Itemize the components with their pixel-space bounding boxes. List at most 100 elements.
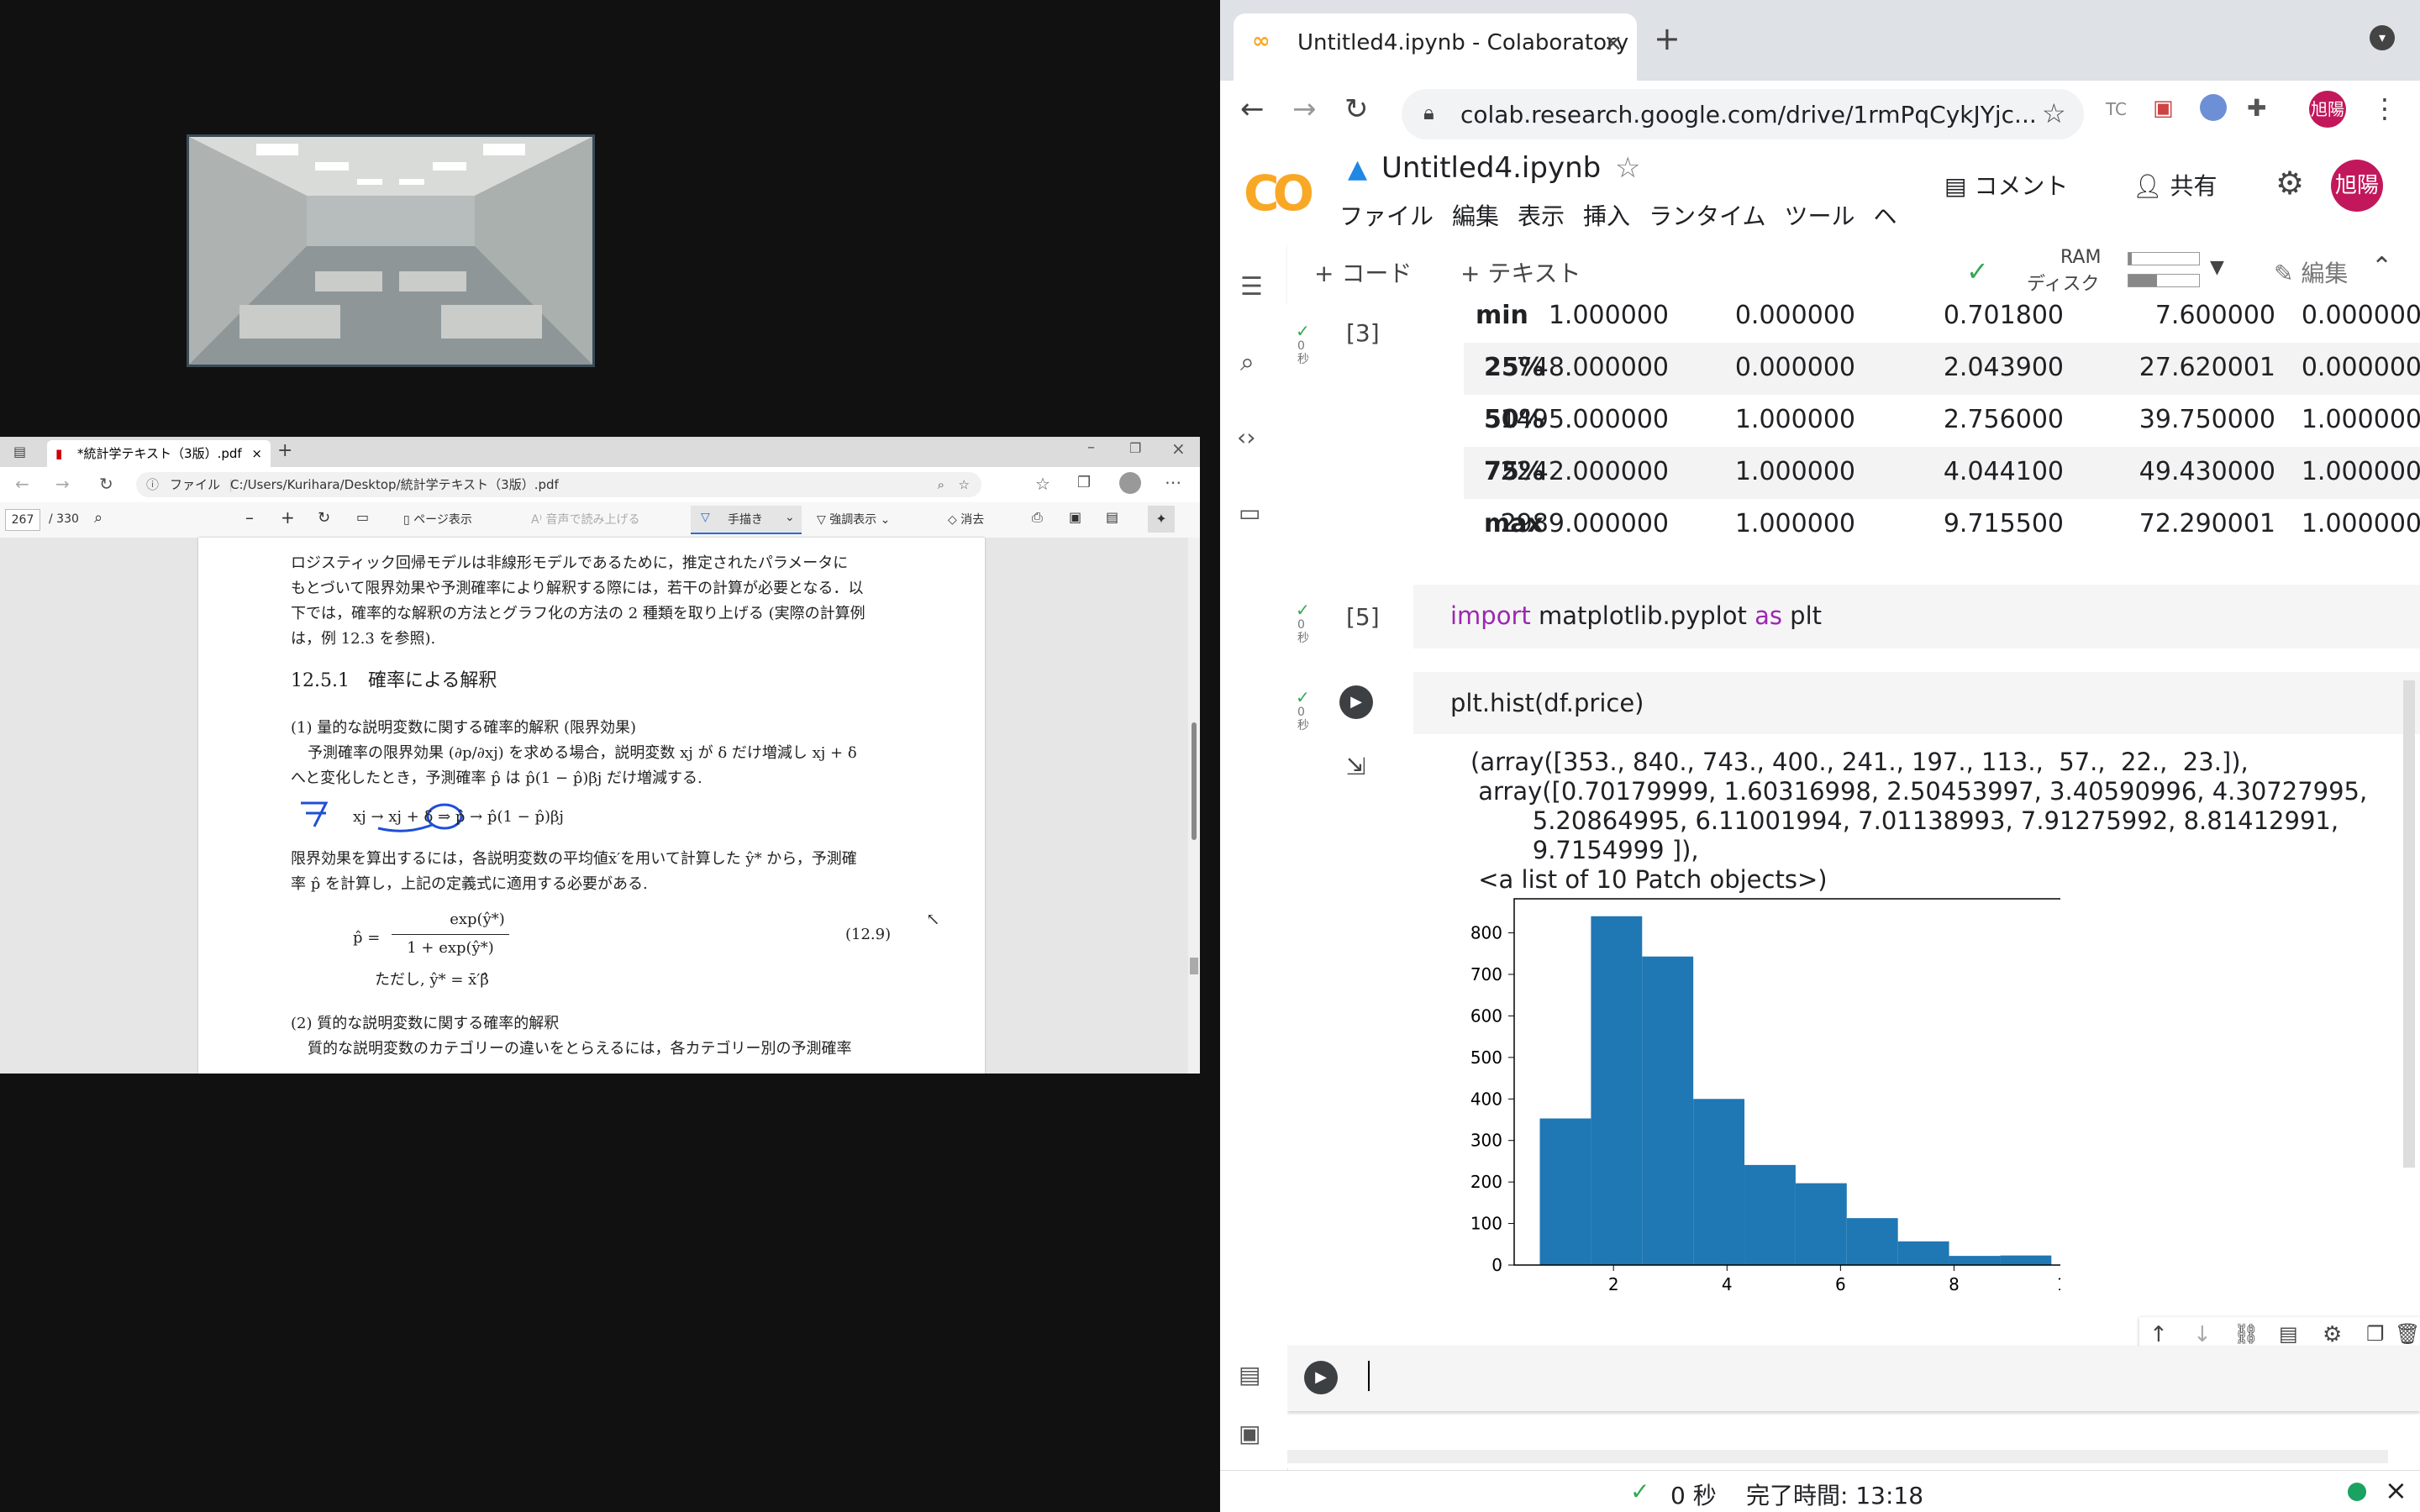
back-icon[interactable]: ←: [1240, 92, 1265, 126]
share-button[interactable]: 👤︎ 共有: [2133, 168, 2217, 202]
reload-icon[interactable]: ↻: [99, 474, 113, 494]
comment-icon: ▤: [1944, 172, 1975, 200]
search-icon[interactable]: ⌕: [94, 509, 103, 527]
zoom-in-icon[interactable]: +: [281, 507, 295, 528]
more-icon[interactable]: ⋯: [1165, 472, 1181, 492]
cell-exec-time: 0 秒: [1297, 339, 1309, 366]
pdf-address-field[interactable]: ⓘ ファイル | C:/Users/Kurihara/Desktop/統計学テキ…: [136, 472, 981, 497]
reload-icon[interactable]: ↻: [1344, 92, 1369, 126]
settings-gear-icon[interactable]: ⚙: [2323, 1322, 2342, 1347]
star-icon[interactable]: ☆: [1615, 151, 1640, 185]
pin-icon[interactable]: ✦: [1148, 506, 1175, 533]
resources-dropdown-icon[interactable]: ▼: [2210, 257, 2224, 278]
extensions-puzzle-icon[interactable]: ✚: [2247, 94, 2266, 122]
move-down-icon[interactable]: ↓: [2193, 1322, 2212, 1347]
mirror-cell-icon[interactable]: ❐: [2366, 1322, 2385, 1346]
notebook-title[interactable]: Untitled4.ipynb: [1381, 151, 1601, 185]
zoom-out-icon[interactable]: –: [245, 507, 254, 528]
page-view-button[interactable]: ▯ ページ表示: [403, 511, 472, 528]
x-tick-label: 4: [1722, 1274, 1733, 1294]
save-icon[interactable]: ▣: [1069, 509, 1081, 525]
webcam-video: [187, 134, 595, 367]
output-actions-icon[interactable]: ⇲: [1346, 753, 1365, 780]
run-cell-button[interactable]: ▶: [1304, 1361, 1338, 1394]
pdf-text-line: 質的な説明変数のカテゴリーの違いをとらえるには，各カテゴリー別の予測確率: [308, 1040, 852, 1058]
extension-cast-icon[interactable]: ▣: [2153, 96, 2174, 121]
new-tab-icon[interactable]: +: [277, 440, 292, 461]
move-up-icon[interactable]: ↑: [2149, 1322, 2168, 1347]
zoom-icon[interactable]: ⌕: [938, 472, 944, 497]
collapse-header-icon[interactable]: ⌃: [2371, 252, 2392, 281]
extension-circle-icon[interactable]: [2200, 94, 2227, 121]
command-palette-icon[interactable]: ▤: [1239, 1361, 1260, 1389]
horizontal-scrollbar[interactable]: [1287, 1450, 2388, 1463]
code-cell[interactable]: plt.hist(df.price): [1413, 672, 2420, 734]
edit-button[interactable]: ✎ 編集: [2274, 255, 2348, 289]
menu-runtime[interactable]: ランタイム: [1649, 202, 1765, 230]
terminal-icon[interactable]: ▣: [1239, 1420, 1260, 1447]
settings-gear-icon[interactable]: ⚙: [2275, 165, 2304, 202]
y-tick-label: 200: [1470, 1172, 1502, 1192]
colab-logo[interactable]: CO: [1244, 165, 1314, 222]
minimize-icon[interactable]: –: [1087, 438, 1095, 456]
tab-actions-icon[interactable]: ▤: [13, 444, 26, 459]
code-cell[interactable]: import matplotlib.pyplot as plt: [1413, 585, 2420, 648]
favorite-icon[interactable]: ☆: [959, 472, 970, 497]
code-snippets-icon[interactable]: ‹›: [1237, 423, 1255, 451]
page-number-input[interactable]: 267: [5, 509, 40, 531]
search-icon[interactable]: ⌕: [1240, 348, 1255, 377]
run-cell-button[interactable]: ▶: [1339, 685, 1373, 719]
menu-edit[interactable]: 編集: [1452, 202, 1499, 230]
scrollbar-thumb[interactable]: [1192, 722, 1197, 840]
rotate-icon[interactable]: ↻: [318, 509, 330, 527]
forward-icon[interactable]: →: [55, 474, 70, 494]
back-icon[interactable]: ←: [15, 474, 29, 494]
comment-icon[interactable]: ▤: [2279, 1322, 2298, 1346]
restore-icon[interactable]: ❐: [1129, 440, 1141, 456]
pdf-tab[interactable]: ▮ *統計学テキスト（3版）.pdf ×: [47, 440, 271, 467]
link-icon[interactable]: ⛓: [2233, 1322, 2259, 1346]
new-tab-icon[interactable]: +: [1654, 20, 1681, 57]
menu-help[interactable]: ヘ: [1874, 202, 1897, 230]
add-code-button[interactable]: + コード: [1314, 255, 1412, 289]
close-status-icon[interactable]: ×: [2385, 1474, 2407, 1506]
files-folder-icon[interactable]: ▭: [1239, 499, 1260, 527]
erase-button[interactable]: ◇ 消去: [948, 511, 984, 528]
read-aloud-button[interactable]: A⁾ 音声で読み上げる: [531, 511, 639, 528]
empty-code-cell[interactable]: ▶: [1287, 1346, 2420, 1411]
save-as-icon[interactable]: ▤: [1106, 509, 1118, 525]
colab-left-rail: ☰ ⌕ ‹› ▭ ▤ ▣: [1220, 244, 1288, 1470]
colab-avatar[interactable]: 旭陽: [2331, 160, 2383, 212]
close-window-icon[interactable]: ×: [1171, 438, 1186, 459]
print-icon[interactable]: ⎙: [1032, 509, 1043, 526]
delete-icon[interactable]: 🗑︎: [2395, 1322, 2420, 1346]
menu-file[interactable]: ファイル: [1339, 202, 1434, 230]
fit-icon[interactable]: ▭: [356, 509, 369, 525]
menu-tools[interactable]: ツール: [1785, 202, 1855, 230]
info-icon: ⓘ: [146, 477, 160, 492]
bookmark-star-icon[interactable]: ☆: [2042, 97, 2066, 129]
notebook-scrollbar[interactable]: [2403, 680, 2415, 1168]
forward-icon[interactable]: →: [1292, 92, 1317, 126]
close-tab-icon[interactable]: ×: [1603, 29, 1623, 56]
highlight-button[interactable]: ▽ 強調表示 ⌄: [817, 511, 890, 528]
omnibox[interactable]: 🔒︎ colab.research.google.com/drive/1rmPq…: [1402, 89, 2084, 139]
extension-tc-icon[interactable]: TC: [2106, 99, 2127, 119]
pdf-scrollbar[interactable]: [1188, 538, 1200, 1074]
menu-insert[interactable]: 挿入: [1583, 202, 1630, 230]
colab-tab[interactable]: ∞ Untitled4.ipynb - Colaboratory ×: [1234, 13, 1637, 81]
mouse-cursor-icon: ↖: [926, 909, 940, 929]
profile-avatar[interactable]: [1119, 472, 1141, 494]
collections-icon[interactable]: ❐: [1077, 474, 1091, 491]
fraction-bar: [392, 934, 509, 935]
table-of-contents-icon[interactable]: ☰: [1240, 272, 1263, 302]
profile-avatar[interactable]: 旭陽: [2309, 91, 2346, 128]
close-tab-icon[interactable]: ×: [251, 440, 262, 467]
add-text-button[interactable]: + テキスト: [1460, 255, 1581, 289]
tab-search-icon[interactable]: ▾: [2370, 25, 2395, 50]
chrome-menu-icon[interactable]: ⋮: [2371, 92, 2398, 124]
favorites-icon[interactable]: ☆: [1035, 474, 1050, 494]
menu-view[interactable]: 表示: [1518, 202, 1565, 230]
draw-button[interactable]: ▽ 手描き ⌄: [691, 506, 802, 534]
comment-button[interactable]: ▤ コメント: [1944, 168, 2068, 202]
